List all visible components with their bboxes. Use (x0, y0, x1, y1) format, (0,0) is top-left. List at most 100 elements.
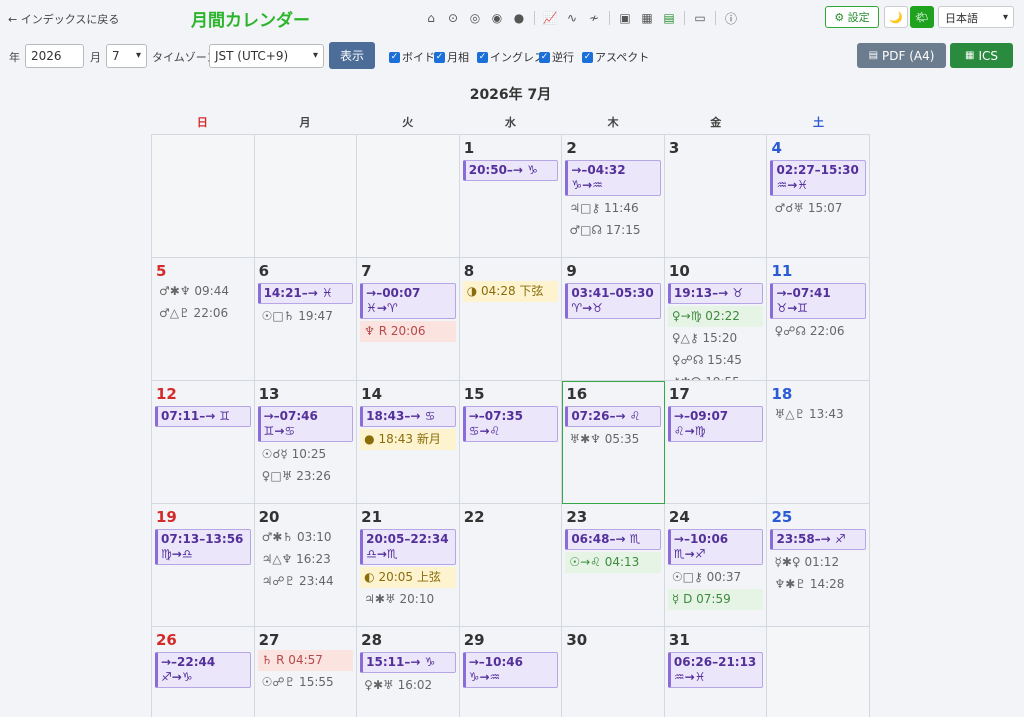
calendar-day-cell[interactable]: 21 20:05–22:34 ♎→♏ ◐ 20:05 上弦 ♃✱♅ 20:10 (357, 504, 460, 627)
direct-event[interactable]: ☿ D 07:59 (667, 589, 764, 610)
aspect-event[interactable]: ⚷✱☊ 19:55 (668, 372, 764, 380)
back-to-index-link[interactable]: ← インデックスに戻る (8, 11, 119, 27)
aspect-event[interactable]: ☿✱♀ 01:12 (770, 552, 866, 573)
void-period-badge[interactable]: 20:50–→ ♑ (462, 160, 559, 181)
void-period-badge[interactable]: →–09:07 ♌→♍ (667, 406, 764, 442)
retrograde-event[interactable]: ♄ R 04:57 (257, 650, 354, 671)
calendar-day-cell[interactable]: 15 →–07:35 ♋→♌ (459, 381, 563, 504)
chart-icon[interactable]: 📈 (539, 8, 561, 28)
calendar-day-cell[interactable]: 1 20:50–→ ♑ (459, 135, 563, 258)
aspect-event[interactable]: ♂✱♄ 03:10 (258, 527, 354, 548)
aspect-event[interactable]: ♂☌♅ 15:07 (770, 198, 866, 219)
calendar-day-cell[interactable]: 26 →–22:44 ♐→♑ (152, 627, 255, 717)
void-period-badge[interactable]: →–04:32 ♑→♒ (565, 160, 661, 196)
void-period-badge[interactable]: →–10:46 ♑→♒ (462, 652, 559, 688)
aspect-event[interactable]: ♀✱♅ 16:02 (360, 675, 456, 696)
aspect-event[interactable]: ♃△♆ 16:23 (258, 549, 354, 570)
aspect-event[interactable]: ♂□☊ 17:15 (565, 220, 661, 241)
calendar-day-cell[interactable]: 25 23:58–→ ♐ ☿✱♀ 01:12 ♆✱♇ 14:28 (767, 504, 870, 627)
calendar-day-cell[interactable]: 8 ◑ 04:28 下弦 (459, 258, 563, 381)
void-period-badge[interactable]: 06:48–→ ♏ (565, 529, 661, 550)
aspect-event[interactable]: ♅△♇ 13:43 (770, 404, 866, 425)
moon-phase-event[interactable]: ◐ 20:05 上弦 (360, 567, 456, 588)
ingress-event[interactable]: ☉→♌ 04:13 (565, 552, 661, 573)
calendar-day-cell[interactable]: 24 →–10:06 ♏→♐ ☉□⚷ 00:37 ☿ D 07:59 (664, 504, 768, 627)
aspect-event[interactable]: ☉☌☿ 10:25 (258, 444, 354, 465)
void-period-badge[interactable]: →–10:06 ♏→♐ (667, 529, 764, 565)
aspect-event[interactable]: ♂✱♆ 09:44 (155, 281, 251, 302)
aspect-event[interactable]: ♂△♇ 22:06 (155, 303, 251, 324)
target-icon[interactable]: ◎ (464, 8, 486, 28)
moon-phase-event[interactable]: ◑ 04:28 下弦 (462, 281, 559, 302)
void-period-badge[interactable]: →–07:46 ♊→♋ (257, 406, 354, 442)
calendar-day-cell[interactable]: 3 (664, 135, 768, 258)
calendar-day-cell[interactable]: 2 →–04:32 ♑→♒ ♃□⚷ 11:46 ♂□☊ 17:15 (562, 135, 665, 258)
void-period-badge[interactable]: 19:13–→ ♉ (667, 283, 764, 304)
calendar-day-cell[interactable]: 7 →–00:07 ♓→♈ ♆ R 20:06 (357, 258, 460, 381)
calendar-day-cell[interactable]: 11 →–07:41 ♉→♊ ♀☍☊ 22:06 (767, 258, 870, 381)
help-icon[interactable]: ⓘ (720, 8, 742, 28)
circle-dot-icon[interactable]: ⊙ (442, 8, 464, 28)
aspect-event[interactable]: ☉□♄ 19:47 (258, 306, 354, 327)
moon-phase-event[interactable]: ● 18:43 新月 (360, 429, 456, 450)
language-select[interactable]: 日本語 ▾ (938, 6, 1014, 28)
calendar-day-cell[interactable]: 30 (562, 627, 665, 717)
wave-icon[interactable]: ∿ (561, 8, 583, 28)
month-select[interactable]: 7 ▾ (106, 44, 147, 68)
settings-button[interactable]: ⚙ 設定 (825, 6, 879, 28)
image-icon[interactable]: ▣ (614, 8, 636, 28)
calendar-day-cell[interactable]: 29 →–10:46 ♑→♒ (460, 627, 563, 717)
aspect-event[interactable]: ♀☍☊ 22:06 (770, 321, 866, 342)
calendar-day-cell[interactable]: 5 ♂✱♆ 09:44 ♂△♇ 22:06 (152, 258, 255, 381)
calendar-day-cell[interactable]: 13 →–07:46 ♊→♋ ☉☌☿ 10:25 ♀□♅ 23:26 (254, 381, 358, 504)
aspect-event[interactable]: ☉☍♇ 15:55 (258, 672, 354, 693)
calendar-day-cell[interactable]: 12 07:11–→ ♊ (152, 381, 255, 504)
calendar-day-cell[interactable]: 22 (459, 504, 563, 627)
aspect-event[interactable]: ☉□⚷ 00:37 (668, 567, 764, 588)
calendar-day-cell[interactable]: 10 19:13–→ ♉ ♀→♍ 02:22♀△⚷ 15:20♀☍☊ 15:45⚷✱… (664, 258, 768, 381)
calendar-icon[interactable]: ▦ (636, 8, 658, 28)
calendar-day-cell[interactable]: 27 ♄ R 04:57 ☉☍♇ 15:55 (255, 627, 358, 717)
aspect-event[interactable]: ♅✱♆ 05:35 (565, 429, 661, 450)
void-period-badge[interactable]: 14:21–→ ♓ (257, 283, 354, 304)
void-checkbox[interactable]: ✓ ボイド (389, 49, 435, 65)
pdf-export-button[interactable]: ▤ PDF (A4) (857, 43, 946, 68)
retrograde-checkbox[interactable]: ✓ 逆行 (539, 49, 574, 65)
void-period-badge[interactable]: 20:05–22:34 ♎→♏ (360, 529, 456, 565)
calendar-day-cell[interactable]: 4 02:27–15:30 ♒→♓ ♂☌♅ 15:07 (767, 135, 870, 258)
home-icon[interactable]: ⌂ (420, 8, 442, 28)
void-period-badge[interactable]: →–07:35 ♋→♌ (462, 406, 559, 442)
void-period-badge[interactable]: 03:41–05:30 ♈→♉ (565, 283, 661, 319)
aspect-event[interactable]: ♀□♅ 23:26 (258, 466, 354, 487)
void-period-badge[interactable]: →–22:44 ♐→♑ (155, 652, 251, 688)
calendar-day-cell[interactable]: 16 07:26–→ ♌ ♅✱♆ 05:35 (562, 381, 665, 504)
aspect-event[interactable]: ♃☍♇ 23:44 (258, 571, 354, 592)
aspect-event[interactable]: ♃□⚷ 11:46 (565, 198, 661, 219)
void-period-badge[interactable]: →–07:41 ♉→♊ (770, 283, 867, 319)
aspect-event[interactable]: ♀△⚷ 15:20 (668, 328, 764, 349)
void-period-badge[interactable]: 23:58–→ ♐ (770, 529, 867, 550)
void-period-badge[interactable]: 07:13–13:56 ♍→♎ (155, 529, 251, 565)
calendar-day-cell[interactable]: 14 18:43–→ ♋ ● 18:43 新月 (357, 381, 460, 504)
double-ring-icon[interactable]: ◉ (486, 8, 508, 28)
void-period-badge[interactable]: 07:26–→ ♌ (565, 406, 661, 427)
dark-mode-button[interactable]: 🌙 (884, 6, 908, 28)
year-input[interactable]: 2026 (25, 44, 84, 68)
show-button[interactable]: 表示 (329, 42, 375, 69)
calendar-day-cell[interactable]: 9 03:41–05:30 ♈→♉ (562, 258, 665, 381)
calendar-day-cell[interactable]: 6 14:21–→ ♓ ☉□♄ 19:47 (254, 258, 358, 381)
calendar-day-cell[interactable]: 17 →–09:07 ♌→♍ (664, 381, 768, 504)
ingress-event[interactable]: ♀→♍ 02:22 (667, 306, 764, 327)
ics-export-button[interactable]: ▦ ICS (950, 43, 1013, 68)
light-mode-button[interactable]: 🌤 (910, 6, 934, 28)
filled-circle-icon[interactable]: ● (508, 8, 530, 28)
calendar-day-cell[interactable]: 18 ♅△♇ 13:43 (767, 381, 870, 504)
calendar-check-icon[interactable]: ▤ (658, 8, 680, 28)
aspect-checkbox[interactable]: ✓ アスペクト (582, 49, 649, 65)
clipboard-icon[interactable]: ▭ (689, 8, 711, 28)
aspect-event[interactable]: ♆✱♇ 14:28 (770, 574, 866, 595)
aspect-event[interactable]: ♀☍☊ 15:45 (668, 350, 764, 371)
calendar-day-cell[interactable]: 28 15:11–→ ♑ ♀✱♅ 16:02 (357, 627, 460, 717)
void-period-badge[interactable]: 06:26–21:13 ♒→♓ (667, 652, 764, 688)
void-period-badge[interactable]: →–00:07 ♓→♈ (360, 283, 456, 319)
